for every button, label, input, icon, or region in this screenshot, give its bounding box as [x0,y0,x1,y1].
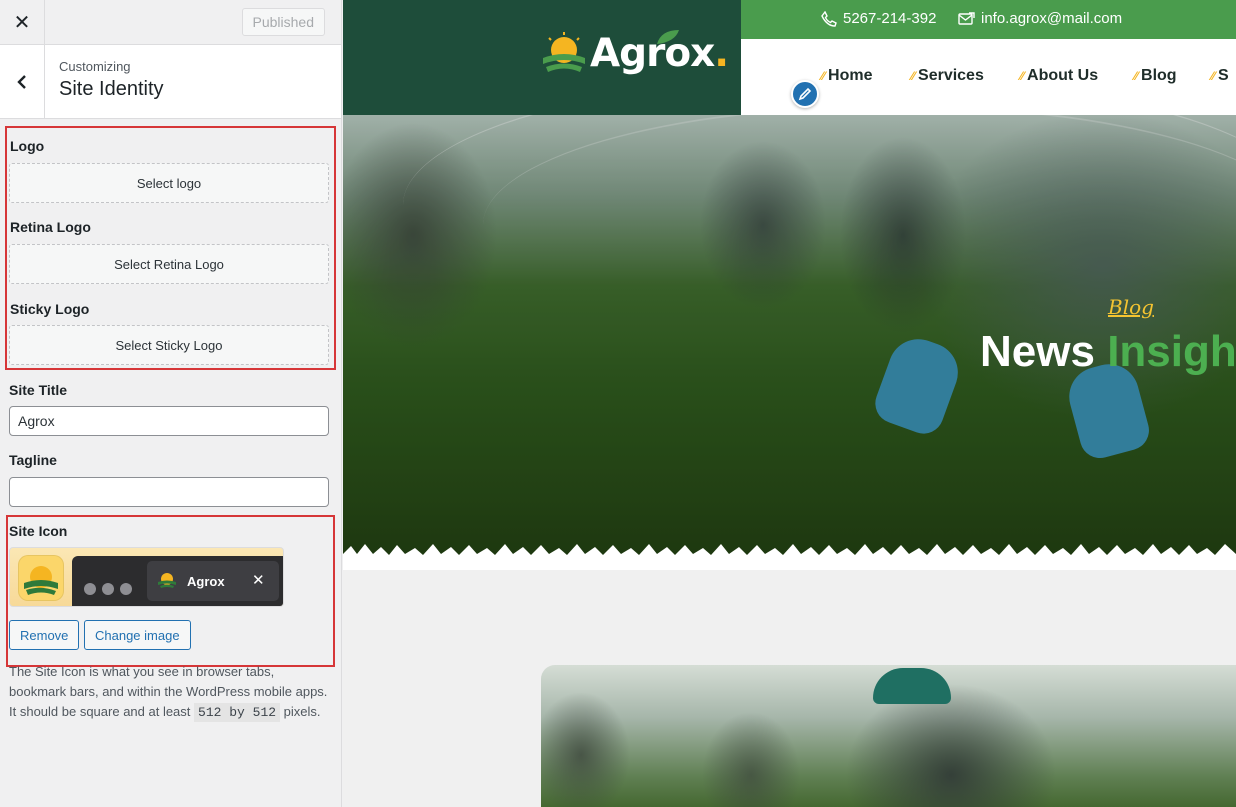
main-navigation: ⁄⁄ Home ⁄⁄ Services ⁄⁄ About Us ⁄⁄ Blog ⁄⁄ S [741,39,1236,115]
site-title-input[interactable] [9,406,329,436]
tagline-input[interactable] [9,477,329,507]
hero-tag[interactable]: Blog [1108,295,1154,319]
size-code: 512 by 512 [194,703,281,722]
highlight-box-site-icon [6,515,335,667]
published-button[interactable]: Published [241,8,325,36]
email-contact[interactable]: info.agrox@mail.com [958,10,1122,27]
grass-divider [343,544,1236,570]
tagline-label: Tagline [9,452,57,468]
email-icon [958,11,975,25]
site-preview: Agrox. 5267-214-392 info.agrox@mail.com … [343,0,1236,807]
spark-icon: ⁄⁄ [1020,69,1025,83]
pencil-icon [798,87,812,101]
section-header: Customizing Site Identity [0,45,341,119]
close-icon[interactable]: ✕ [0,0,45,45]
hero-title: News Insight [980,327,1236,376]
spark-icon: ⁄⁄ [1211,69,1216,83]
leaf-icon [657,30,679,44]
customizer-header: ✕ Published [0,0,341,45]
site-title-label: Site Title [9,382,68,398]
breadcrumb: Customizing [59,59,131,74]
edit-shortcut-button[interactable] [791,80,819,108]
nav-item-blog[interactable]: ⁄⁄ Blog [1134,67,1177,85]
phone-contact[interactable]: 5267-214-392 [821,10,936,27]
nav-item-services[interactable]: ⁄⁄ Services [911,67,984,85]
contact-topbar: 5267-214-392 info.agrox@mail.com [741,0,1236,39]
site-icon-description: The Site Icon is what you see in browser… [9,664,328,722]
spark-icon: ⁄⁄ [911,69,916,83]
nav-item-home[interactable]: ⁄⁄ Home [821,67,872,85]
sun-field-logo-icon [543,32,585,72]
nav-item-more[interactable]: ⁄⁄ S [1211,67,1229,85]
header-logo-area[interactable]: Agrox. [343,0,741,115]
highlight-box-logos [5,126,336,370]
hero-banner: Blog News Insight [343,115,1236,565]
section-title: Site Identity [59,78,164,100]
nav-item-about-us[interactable]: ⁄⁄ About Us [1020,67,1098,85]
phone-icon [821,10,837,27]
spark-icon: ⁄⁄ [821,69,826,83]
blog-post-image[interactable] [541,665,1236,807]
spark-icon: ⁄⁄ [1134,69,1139,83]
back-chevron-icon[interactable] [0,45,45,119]
cap-shape [873,668,951,704]
